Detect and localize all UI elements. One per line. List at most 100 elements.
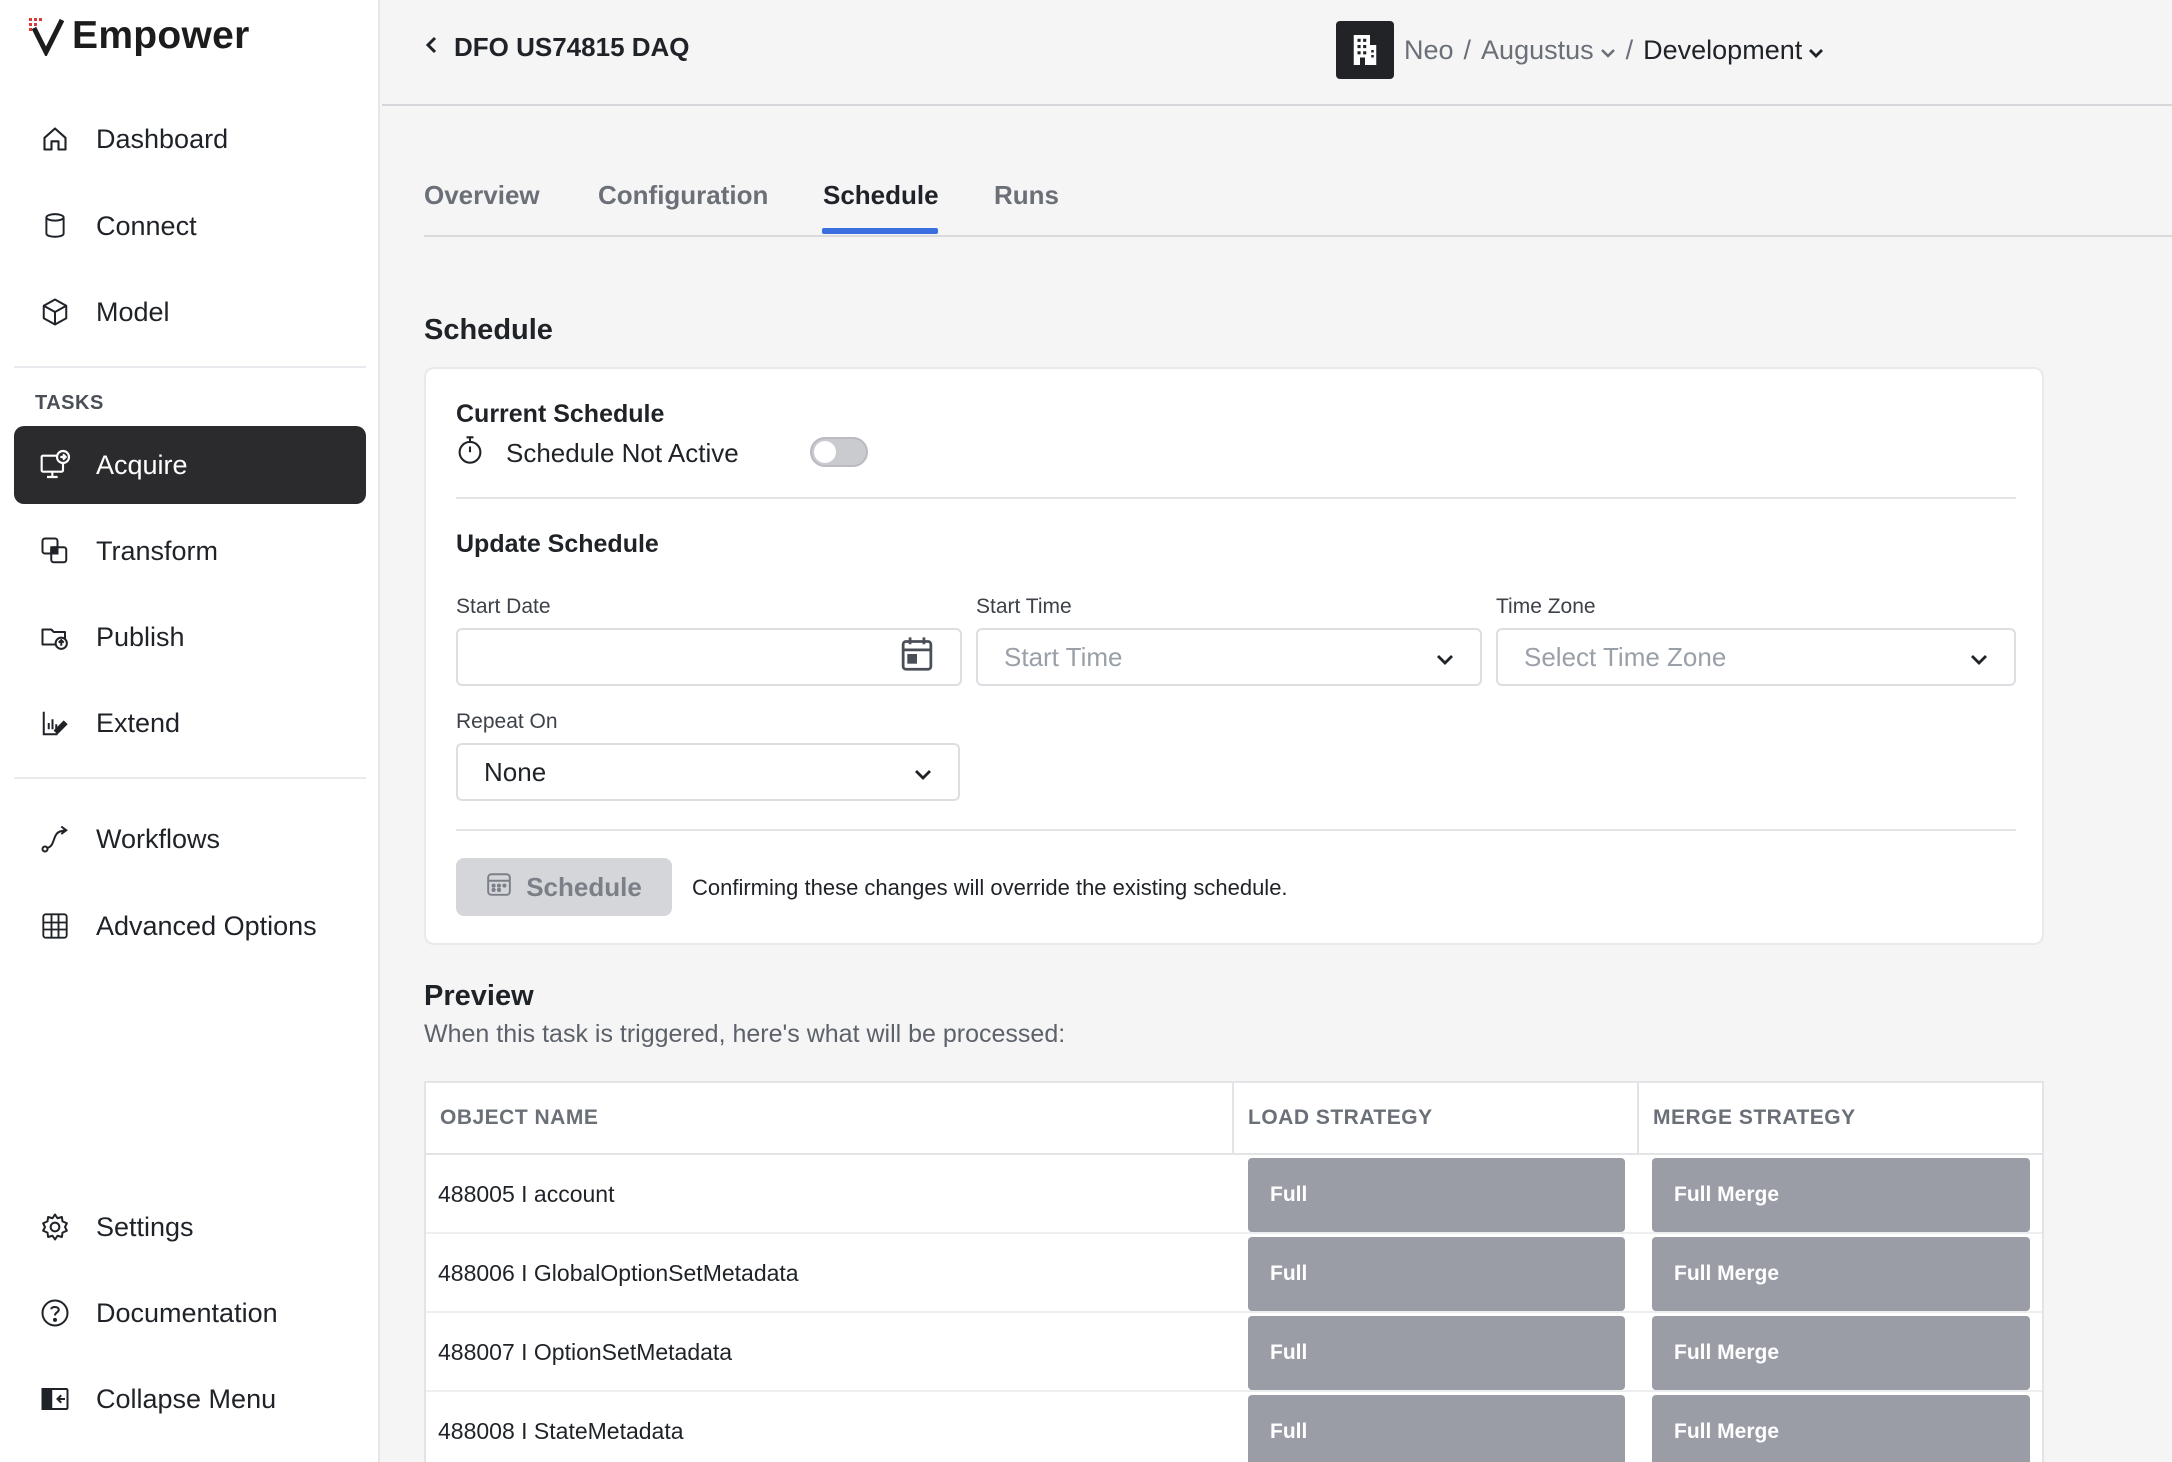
nav-acquire[interactable]: Acquire [14,426,366,504]
merge-strategy-badge[interactable]: Full Merge [1652,1237,2030,1311]
toggle-knob [814,441,836,463]
app-name: Empower [72,14,250,57]
nav-divider [14,366,366,368]
nav-advanced-options[interactable]: Advanced Options [14,887,366,965]
calendar-icon[interactable] [900,636,934,679]
merge-strategy-badge[interactable]: Full Merge [1652,1395,2030,1462]
publish-icon [38,620,72,654]
nav-label: Connect [96,210,197,241]
column-header-merge-strategy: MERGE STRATEGY [1639,1083,2042,1155]
schedule-status-text: Schedule Not Active [506,438,739,468]
schedule-button[interactable]: Schedule [456,858,672,916]
table-row: 488008 I StateMetadata Full Full Merge [426,1392,2042,1462]
load-strategy-badge[interactable]: Full [1248,1158,1625,1232]
nav-connect[interactable]: Connect [14,187,366,265]
chevron-down-icon [1970,642,1988,673]
extend-icon [38,706,72,740]
breadcrumb-environment[interactable]: Development [1643,35,1824,66]
cube-icon [38,295,72,329]
page-title: DFO US74815 DAQ [454,32,690,62]
start-time-label: Start Time [976,595,1072,618]
app-logo[interactable]: Empower [28,14,250,58]
nav-settings[interactable]: Settings [14,1188,366,1266]
object-name: 488008 I StateMetadata [438,1418,684,1444]
object-name: 488005 I account [438,1181,615,1207]
nav-label: Model [96,296,170,327]
current-schedule-heading: Current Schedule [456,400,665,428]
database-icon [38,209,72,243]
load-strategy-badge[interactable]: Full [1248,1316,1625,1390]
collapse-icon [38,1382,72,1416]
load-strategy-badge[interactable]: Full [1248,1237,1625,1311]
breadcrumb-separator: / [1625,34,1634,65]
object-name: 488007 I OptionSetMetadata [438,1339,733,1365]
tab-schedule[interactable]: Schedule [823,180,939,211]
home-icon [38,122,72,156]
table-row: 488005 I account Full Full Merge [426,1155,2042,1234]
breadcrumb-org[interactable]: Neo [1404,35,1454,66]
breadcrumb-separator: / [1463,34,1472,65]
start-date-label: Start Date [456,595,551,618]
nav-dashboard[interactable]: Dashboard [14,100,366,178]
start-date-input[interactable] [456,628,962,686]
stopwatch-icon [456,435,484,472]
tab-runs[interactable]: Runs [994,180,1059,211]
preview-title: Preview [424,980,534,1012]
start-time-select[interactable]: Start Time [976,628,1482,686]
nav-publish[interactable]: Publish [14,598,366,676]
tab-overview[interactable]: Overview [424,180,540,211]
nav-extend[interactable]: Extend [14,684,366,762]
repeat-on-select[interactable]: None [456,743,960,801]
breadcrumb-project[interactable]: Augustus [1481,35,1616,66]
merge-strategy-badge[interactable]: Full Merge [1652,1158,2030,1232]
schedule-button-label: Schedule [526,871,642,902]
nav-workflows[interactable]: Workflows [14,800,366,878]
sidebar: Empower Dashboard Connect Model TASKS Ac… [0,0,380,1462]
nav-documentation[interactable]: Documentation [14,1274,366,1352]
nav-label: Settings [96,1211,194,1242]
object-name: 488006 I GlobalOptionSetMetadata [438,1260,799,1286]
card-divider [456,829,2016,831]
back-link[interactable]: DFO US74815 DAQ [424,32,690,63]
start-time-placeholder: Start Time [1004,641,1123,672]
calendar-icon [486,871,512,904]
schedule-card: Current Schedule Schedule Not Active Upd… [424,367,2044,945]
active-tab-indicator [822,228,938,234]
schedule-status: Schedule Not Active [456,435,739,472]
column-header-object-name: OBJECT NAME [426,1083,1234,1155]
tab-configuration[interactable]: Configuration [598,180,768,211]
chevron-left-icon [424,32,440,63]
repeat-on-label: Repeat On [456,710,558,733]
nav-label: Transform [96,535,219,566]
chevron-down-icon [1808,35,1824,66]
merge-strategy-badge[interactable]: Full Merge [1652,1316,2030,1390]
column-header-load-strategy: LOAD STRATEGY [1234,1083,1639,1155]
preview-subtitle: When this task is triggered, here's what… [424,1020,1066,1048]
override-warning: Confirming these changes will override t… [692,875,1288,900]
acquire-icon [38,448,72,482]
breadcrumb-project-label: Augustus [1481,34,1594,65]
nav-divider [14,777,366,779]
nav-transform[interactable]: Transform [14,512,366,590]
chevron-down-icon [1436,642,1454,673]
nav-label: Acquire [96,449,188,480]
time-zone-select[interactable]: Select Time Zone [1496,628,2016,686]
organization-icon[interactable] [1336,21,1394,79]
nav-model[interactable]: Model [14,273,366,351]
nav-label: Documentation [96,1297,278,1328]
nav-label: Workflows [96,823,221,854]
update-schedule-heading: Update Schedule [456,530,659,558]
nav-label: Extend [96,707,181,738]
card-divider [456,497,2016,499]
load-strategy-badge[interactable]: Full [1248,1395,1625,1462]
nav-collapse-menu[interactable]: Collapse Menu [14,1360,366,1438]
schedule-active-toggle[interactable] [810,437,868,467]
help-icon [38,1296,72,1330]
time-zone-placeholder: Select Time Zone [1524,641,1727,672]
chevron-down-icon [914,757,932,788]
time-zone-label: Time Zone [1496,595,1596,618]
tasks-heading: TASKS [35,392,104,414]
preview-table: OBJECT NAME LOAD STRATEGY MERGE STRATEGY… [424,1081,2044,1462]
tab-bar: Overview Configuration Schedule Runs [424,160,2172,237]
nav-label: Advanced Options [96,910,317,941]
